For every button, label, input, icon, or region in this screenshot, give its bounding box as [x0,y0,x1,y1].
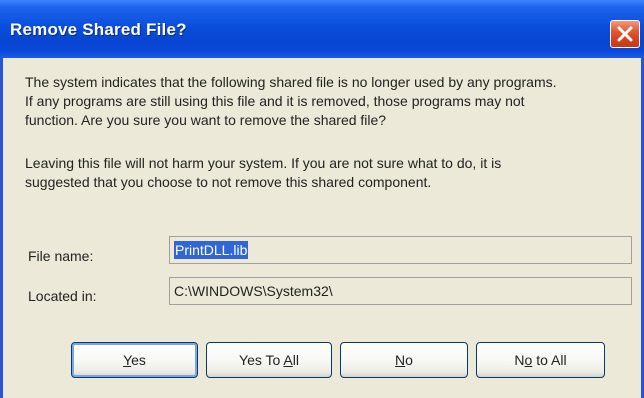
message-line-2: If any programs are still using this fil… [25,93,525,109]
yes-to-all-button[interactable]: Yes To All [206,342,332,378]
no-to-all-label-before: N [514,352,525,368]
yes-to-all-mnemonic: A [283,352,293,368]
dialog-title: Remove Shared File? [10,20,187,39]
file-name-value[interactable]: PrintDLL.lib [174,241,249,259]
no-to-all-label-after: to All [532,352,567,368]
located-in-field[interactable]: C:\WINDOWS\System32\ [169,277,632,305]
advice-line-2: suggested that you choose to not remove … [25,174,432,190]
close-button[interactable] [610,20,640,48]
located-in-value[interactable]: C:\WINDOWS\System32\ [174,283,333,299]
close-x-icon [617,26,633,42]
confirmation-message: The system indicates that the following … [25,73,625,130]
title-bar[interactable]: Remove Shared File? [0,0,644,58]
yes-button[interactable]: Yes [71,342,198,378]
file-name-label: File name: [28,248,94,264]
no-to-all-button[interactable]: No to All [476,342,605,378]
located-in-label: Located in: [28,288,97,304]
no-button[interactable]: No [340,342,468,378]
yes-to-all-label-after: ll [292,352,299,368]
yes-mnemonic: Y [123,352,132,368]
advice-message: Leaving this file will not harm your sys… [25,154,625,192]
file-name-field[interactable]: PrintDLL.lib [169,236,632,264]
yes-label-after: es [131,352,146,368]
remove-shared-file-dialog: Remove Shared File? The system indicates… [0,0,644,398]
message-line-1: The system indicates that the following … [25,74,557,90]
message-line-3: function. Are you sure you want to remov… [25,112,387,128]
advice-line-1: Leaving this file will not harm your sys… [25,155,502,171]
no-label-after: o [405,352,413,368]
yes-to-all-label-before: Yes To [239,352,284,368]
no-mnemonic: N [395,352,406,368]
